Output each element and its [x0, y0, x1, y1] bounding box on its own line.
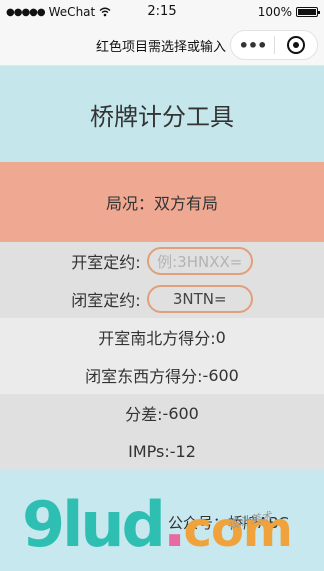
imps-value: -12 [169, 441, 196, 461]
battery-icon [296, 7, 320, 17]
more-menu-icon[interactable]: ••• [231, 36, 274, 55]
vulnerability-value: 双方有局 [154, 194, 219, 213]
closed-ew-score-row: 闭室东西方得分: -600 [0, 356, 324, 394]
score-difference-row: 分差: -600 [0, 394, 324, 432]
close-mini-program-button[interactable] [275, 36, 317, 54]
open-room-contract-input[interactable]: 例:3HNXX= [146, 247, 253, 275]
open-ns-score-value: 0 [215, 327, 226, 347]
nav-bar: 红色项目需选择或输入 ••• [0, 24, 324, 66]
closed-room-contract-label: 闭室定约: [71, 291, 141, 310]
open-room-contract-row: 开室定约: 例:3HNXX= [0, 242, 324, 280]
imps-row: IMPs: -12 [0, 432, 324, 470]
nav-title: 红色项目需选择或输入 [96, 40, 227, 55]
imps-label: IMPs: [128, 441, 170, 461]
open-room-contract-label: 开室定约: [71, 253, 141, 272]
vulnerability-selector[interactable]: 局况： 双方有局 [0, 162, 324, 242]
score-difference-value: -600 [162, 403, 199, 423]
score-difference-label: 分差: [125, 405, 163, 424]
closed-room-contract-input[interactable]: 3NTN= [146, 285, 253, 313]
close-circle-icon [286, 36, 305, 54]
closed-room-contract-row: 闭室定约: 3NTN= [0, 280, 324, 318]
open-ns-score-row: 开室南北方得分: 0 [0, 318, 324, 356]
mini-program-capsule: ••• [230, 30, 318, 60]
status-bar: ●●●●● WeChat 2:15 100% [0, 0, 324, 24]
vulnerability-label: 局况： [105, 194, 154, 213]
closed-ew-score-label: 闭室东西方得分: [85, 367, 203, 386]
status-right: 100% [257, 5, 320, 19]
app-title: 桥牌计分工具 [0, 66, 324, 162]
battery-percent: 100% [257, 5, 292, 19]
closed-ew-score-value: -600 [202, 365, 239, 385]
open-ns-score-label: 开室南北方得分: [98, 329, 216, 348]
